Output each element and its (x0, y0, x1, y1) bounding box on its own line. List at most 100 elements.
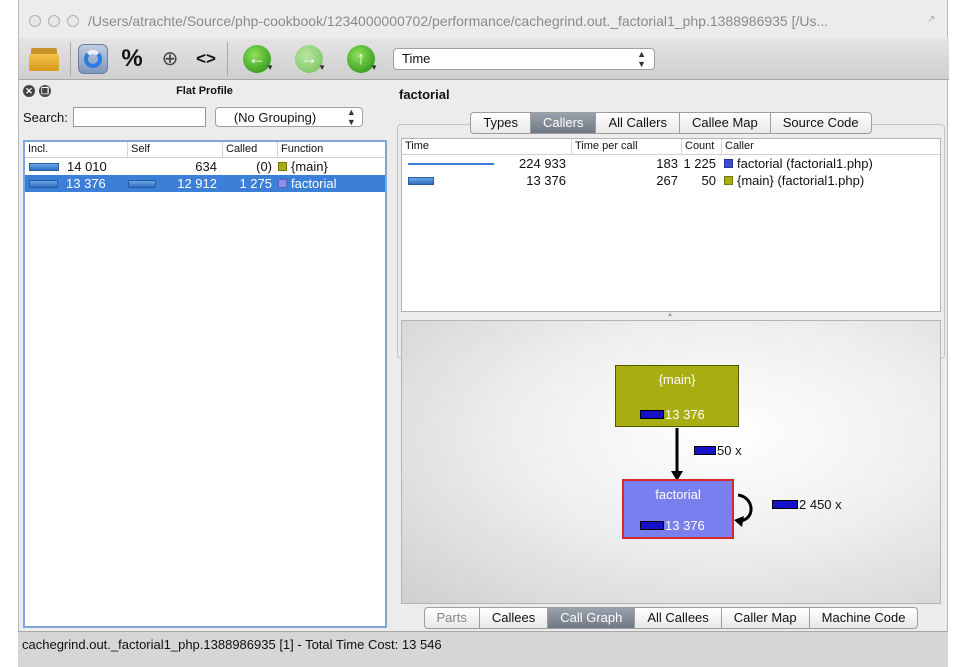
graph-node-main[interactable]: {main} 13 376 (615, 365, 739, 427)
grouping-value: (No Grouping) (233, 109, 317, 125)
self-cell: 12 912 (128, 176, 223, 191)
column-header-self[interactable]: Self (128, 142, 223, 157)
tab-types[interactable]: Types (470, 112, 532, 134)
back-button[interactable]: ← ▼ (231, 41, 283, 77)
cost-color-swatch (724, 176, 733, 185)
percent-icon: % (121, 44, 143, 72)
cost-bar (640, 521, 664, 530)
node-cost: 13 376 (640, 518, 705, 533)
reload-button[interactable] (74, 41, 112, 77)
column-header-function[interactable]: Function (278, 142, 385, 157)
graph-node-factorial[interactable]: factorial 13 376 (622, 479, 734, 539)
column-header-called[interactable]: Called (223, 142, 278, 157)
column-header-count[interactable]: Count (682, 139, 722, 154)
incl-cost-bar (29, 179, 58, 188)
toolbar-separator (70, 41, 71, 76)
tab-all-callees[interactable]: All Callees (635, 607, 722, 629)
open-file-button[interactable] (23, 41, 67, 77)
time-per-call-cell: 267 (656, 173, 678, 188)
column-header-time[interactable]: Time (402, 139, 572, 154)
list-header: Incl. Self Called Function (25, 142, 385, 158)
tab-call-graph[interactable]: Call Graph (548, 607, 636, 629)
panel-title: Flat Profile (176, 85, 233, 97)
search-label: Search: (23, 109, 68, 125)
flat-profile-panel: ✕ ❐ Flat Profile Search: (No Grouping) ▲… (19, 80, 390, 630)
cycle-detection-button[interactable]: <> (188, 41, 224, 77)
edge-cost-bar (694, 446, 716, 455)
updown-arrows-icon: ▲ ▼ (637, 48, 646, 69)
count-cell: 50 (701, 173, 716, 188)
callers-table-body: 224 933 183 1 225 factorial (factorial1.php… (402, 155, 940, 189)
splitter-handle[interactable]: ▲ (401, 312, 939, 318)
zoom-window-button[interactable] (67, 15, 79, 27)
chevron-down-icon[interactable]: ▼ (370, 63, 378, 72)
minimize-window-button[interactable] (48, 15, 60, 27)
node-cost: 13 376 (640, 407, 705, 422)
tab-machine-code[interactable]: Machine Code (809, 607, 919, 629)
cost-color-swatch (278, 162, 287, 171)
event-type-select[interactable]: Time ▲ ▼ (393, 47, 655, 70)
column-header-incl[interactable]: Incl. (25, 142, 128, 157)
edge-recursive (737, 493, 753, 523)
flat-profile-list[interactable]: Incl. Self Called Function 14 010 634 (0) {… (23, 140, 387, 628)
tab-callees[interactable]: Callees (479, 607, 549, 629)
incl-cost-bar (29, 162, 59, 171)
updown-arrows-icon: ▲ ▼ (346, 107, 356, 127)
cycle-icon: <> (196, 48, 216, 68)
tab-source-code[interactable]: Source Code (770, 112, 872, 134)
incl-cell: 13 376 (25, 176, 128, 191)
search-input[interactable] (72, 107, 206, 127)
flat-profile-header: ✕ ❐ Flat Profile (19, 80, 390, 102)
bottom-tab-bar: Parts Callees Call Graph All Callees Caller … (401, 605, 941, 631)
count-cell: 1 225 (683, 156, 716, 171)
move-button[interactable]: ⊕ (152, 41, 188, 77)
folder-open-icon (29, 46, 61, 72)
grouping-select[interactable]: (No Grouping) ▲ ▼ (214, 107, 363, 127)
fullscreen-icon[interactable]: ↗ (927, 14, 939, 26)
up-button[interactable]: ↑ ▼ (335, 41, 387, 77)
function-cell: factorial (278, 176, 385, 191)
list-body: 14 010 634 (0) {main} 13 376 12 912 1 275 facto… (25, 158, 385, 192)
table-row[interactable]: 13 376 12 912 1 275 factorial (25, 175, 385, 192)
self-cell: 634 (195, 159, 217, 174)
close-window-button[interactable] (29, 15, 41, 27)
function-name: factorial (399, 87, 450, 102)
column-header-caller[interactable]: Caller (722, 139, 940, 154)
chevron-down-icon[interactable]: ▼ (318, 63, 326, 72)
caller-cell: factorial (factorial1.php) (722, 156, 940, 171)
column-header-time-per-call[interactable]: Time per call (572, 139, 682, 154)
called-cell: (0) (256, 159, 272, 174)
toolbar: % ⊕ <> ← ▼ → ▼ ↑ ▼ Time ▲ ▼ (19, 38, 949, 80)
table-row[interactable]: 14 010 634 (0) {main} (25, 158, 385, 175)
time-bar (408, 176, 434, 185)
tab-caller-map[interactable]: Caller Map (721, 607, 810, 629)
toolbar-separator (227, 41, 228, 76)
title-bar: /Users/atrachte/Source/php-cookbook/1234… (19, 4, 949, 38)
forward-button[interactable]: → ▼ (283, 41, 335, 77)
time-cell: 13 376 (402, 173, 572, 188)
time-per-call-cell: 183 (656, 156, 678, 171)
call-graph-view[interactable]: {main} 13 376 factorial 13 376 50 x 2 45… (401, 320, 941, 604)
self-cost-bar (128, 179, 156, 188)
table-row[interactable]: 13 376 267 50 {main} (factorial1.php) (402, 172, 940, 189)
edge-label-recursive: 2 450 x (772, 497, 842, 512)
tab-callers[interactable]: Callers (531, 112, 597, 134)
called-cell: 1 275 (239, 176, 272, 191)
edge-recursive-arrowhead (734, 516, 744, 527)
callers-table-header: Time Time per call Count Caller (402, 139, 940, 155)
percent-button[interactable]: % (112, 41, 152, 77)
incl-cell: 14 010 (25, 159, 128, 174)
node-label: {main} (658, 372, 696, 387)
tab-parts[interactable]: Parts (423, 607, 480, 629)
cost-bar (640, 410, 664, 419)
app-window: /Users/atrachte/Source/php-cookbook/1234… (18, 0, 949, 667)
status-text: cachegrind.out._factorial1_php.138898693… (22, 637, 442, 652)
edge-cost-bar (772, 500, 798, 509)
table-row[interactable]: 224 933 183 1 225 factorial (factorial1.php… (402, 155, 940, 172)
tab-all-callers[interactable]: All Callers (596, 112, 680, 134)
chevron-down-icon[interactable]: ▼ (266, 63, 274, 72)
time-bar (408, 162, 494, 165)
tab-callee-map[interactable]: Callee Map (680, 112, 771, 134)
callers-table[interactable]: Time Time per call Count Caller 224 933 1… (401, 138, 941, 312)
caller-cell: {main} (factorial1.php) (722, 173, 940, 188)
